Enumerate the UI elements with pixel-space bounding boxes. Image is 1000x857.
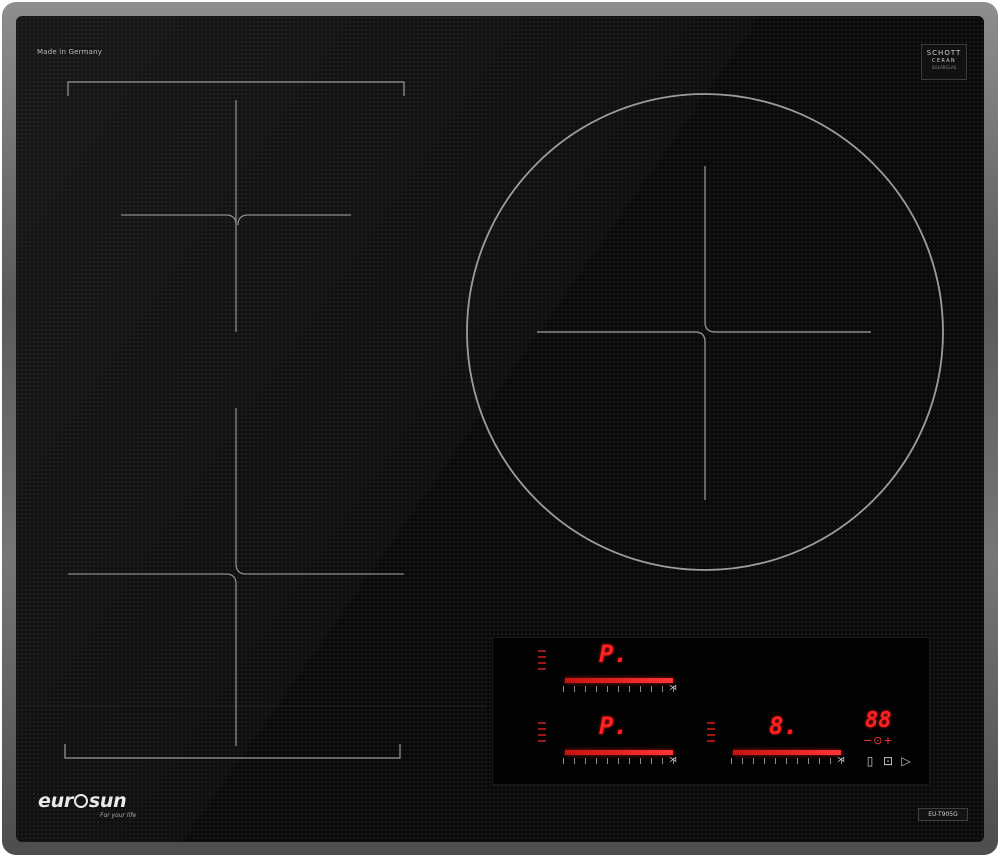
model-badge: EU-T905G <box>918 808 968 821</box>
pause-icon[interactable]: ▯ <box>861 754 879 768</box>
timer-display: 88 <box>865 708 892 733</box>
boost-icon[interactable]: ⋊ <box>669 683 677 692</box>
power-display-top-left: P. <box>599 640 628 668</box>
right-zone <box>466 93 944 571</box>
left-top-zone-cross <box>121 100 351 332</box>
zone-indicator-top-left <box>538 650 546 674</box>
brand-tagline: For your life <box>100 812 137 819</box>
slider-fill <box>565 678 673 683</box>
power-display-bottom-right: 8. <box>769 712 798 740</box>
zone-indicator-bottom-right <box>707 722 715 746</box>
logo-prefix: eur <box>38 790 73 812</box>
glass-surface: Made in Germany SCHOTT CERAN SOLARGLAS P… <box>16 16 984 842</box>
slider-fill <box>733 750 841 755</box>
slider-ticks <box>563 758 675 764</box>
zone-indicator-bottom-left <box>538 722 546 746</box>
left-zone-outline <box>18 81 486 759</box>
power-slider-bottom-right[interactable]: ⋊ <box>731 746 845 766</box>
boost-icon[interactable]: ⋊ <box>837 755 845 764</box>
left-bottom-zone-cross <box>68 408 404 746</box>
slider-ticks <box>731 758 843 764</box>
lock-icon[interactable]: ▷ <box>897 754 915 768</box>
timer-minus-plus-controls[interactable]: −⊙+ <box>863 734 894 747</box>
power-slider-bottom-left[interactable]: ⋊ <box>563 746 677 766</box>
power-display-bottom-left: P. <box>599 712 628 740</box>
eurosun-logo: eur sun <box>38 790 127 812</box>
function-icons: ▯ ⊡ ▷ <box>861 754 915 768</box>
slider-fill <box>565 750 673 755</box>
touch-control-panel[interactable]: P. ⋊ P. ⋊ 8. ⋊ 88 −⊙+ ▯ ⊡ ▷ <box>492 637 930 785</box>
boost-icon[interactable]: ⋊ <box>669 755 677 764</box>
power-slider-top-left[interactable]: ⋊ <box>563 674 677 694</box>
slider-ticks <box>563 686 675 692</box>
logo-suffix: sun <box>88 790 127 812</box>
settings-icon[interactable]: ⊡ <box>879 754 897 768</box>
logo-o-icon <box>73 794 88 808</box>
cooktop-frame: Made in Germany SCHOTT CERAN SOLARGLAS P… <box>2 2 998 855</box>
